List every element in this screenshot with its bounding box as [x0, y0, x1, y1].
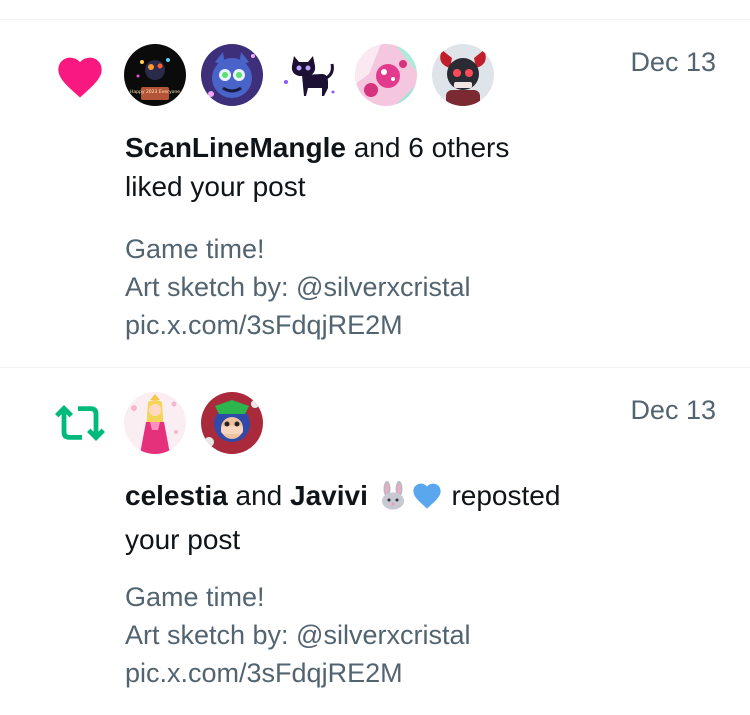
actor-name-link[interactable]: celestia: [125, 480, 228, 511]
post-text-line: Game time!: [125, 234, 265, 264]
notification-headline: celestia and Javivi reposted your post: [125, 476, 685, 559]
post-text-line: Art sketch by: @silverxcristal: [125, 272, 471, 302]
rabbit-emoji: [376, 480, 410, 520]
notification-date[interactable]: Dec 13: [630, 47, 716, 78]
notification-date[interactable]: Dec 13: [630, 395, 716, 426]
actor-name-link[interactable]: ScanLineMangle: [125, 132, 346, 163]
post-text-line: Game time!: [125, 582, 265, 612]
action-text: and 6 others: [345, 132, 510, 163]
repost-icon: [52, 395, 108, 451]
post-preview[interactable]: Game time! Art sketch by: @silverxcrista…: [125, 578, 470, 692]
notification-headline: ScanLineMangle and 6 others liked your p…: [125, 128, 685, 206]
avatar-horned-character[interactable]: [432, 44, 494, 106]
action-text: reposted: [443, 480, 561, 511]
post-preview[interactable]: Game time! Art sketch by: @silverxcrista…: [125, 230, 470, 344]
actor-name-link[interactable]: Javivi: [290, 480, 368, 511]
avatar-celestia[interactable]: [124, 392, 186, 454]
heart-icon: [52, 47, 108, 103]
avatar-caption: Happy 2023 Everyone: [130, 89, 180, 95]
post-link[interactable]: pic.x.com/3sFdqjRE2M: [125, 654, 470, 692]
blue-heart-emoji: [410, 480, 444, 520]
notification-like[interactable]: Happy 2023 Everyone Dec 13 ScanLineMangl…: [0, 44, 750, 366]
action-text-line2: liked your post: [125, 171, 306, 202]
post-link[interactable]: pic.x.com/3sFdqjRE2M: [125, 306, 470, 344]
action-text-line2: your post: [125, 524, 241, 555]
connector-text: and: [227, 480, 291, 511]
avatar-blue-animatronic[interactable]: [201, 44, 263, 106]
divider-middle: [0, 367, 750, 368]
post-text-line: Art sketch by: @silverxcristal: [125, 620, 471, 650]
avatar-row: [124, 392, 263, 456]
avatar-pink-abstract[interactable]: [355, 44, 417, 106]
divider-top: [0, 19, 750, 20]
avatar-javivi[interactable]: [201, 392, 263, 454]
notifications-page: Happy 2023 Everyone Dec 13 ScanLineMangl…: [0, 0, 750, 715]
avatar-row: Happy 2023 Everyone: [124, 44, 494, 108]
avatar-scanlinemangle[interactable]: Happy 2023 Everyone: [124, 44, 186, 106]
notification-repost[interactable]: Dec 13 celestia and Javivi reposted your…: [0, 392, 750, 715]
avatar-black-cat[interactable]: [278, 44, 340, 106]
